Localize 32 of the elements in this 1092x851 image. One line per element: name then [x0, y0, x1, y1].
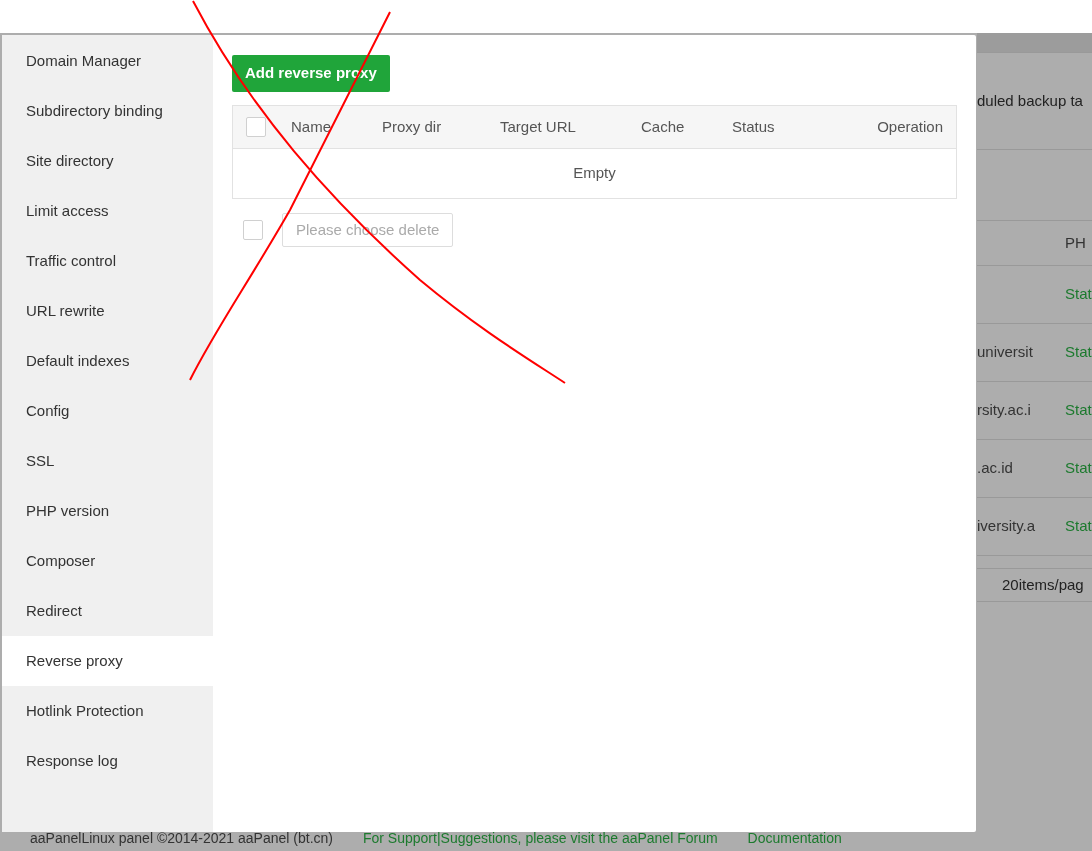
- notice-text: duled backup ta: [977, 90, 1083, 111]
- sidebar-item[interactable]: Response log: [2, 736, 213, 786]
- sidebar-item[interactable]: Site directory: [2, 136, 213, 186]
- empty-message: Empty: [573, 163, 616, 184]
- sidebar-item[interactable]: Default indexes: [2, 336, 213, 386]
- column-header: PH: [1065, 232, 1086, 253]
- sidebar-item[interactable]: Limit access: [2, 186, 213, 236]
- domain-text: .ac.id: [977, 458, 1014, 479]
- column-header: Target URL: [500, 116, 577, 137]
- select-all-checkbox[interactable]: [246, 117, 266, 137]
- sidebar-item[interactable]: URL rewrite: [2, 286, 213, 336]
- column-header: Operation: [877, 116, 943, 137]
- domain-text: rsity.ac.i: [977, 400, 1032, 421]
- sidebar-item[interactable]: Domain Manager: [2, 36, 213, 86]
- batch-checkbox[interactable]: [243, 220, 263, 240]
- page-size-select[interactable]: 20items/pag: [1002, 573, 1084, 597]
- sidebar-item[interactable]: Hotlink Protection: [2, 686, 213, 736]
- column-header: Name: [291, 116, 332, 137]
- copyright-text: aaPanelLinux panel ©2014-2021 aaPanel (bt.cn): [30, 829, 333, 848]
- column-header: Proxy dir: [382, 116, 443, 137]
- sidebar-item[interactable]: Redirect: [2, 586, 213, 636]
- column-header: Status: [732, 116, 776, 137]
- sidebar-item[interactable]: SSL: [2, 436, 213, 486]
- domain-text: universit: [977, 342, 1034, 363]
- column-header: Cache: [641, 116, 686, 137]
- sidebar-item[interactable]: Composer: [2, 536, 213, 586]
- sidebar-item[interactable]: PHP version: [2, 486, 213, 536]
- sidebar-item[interactable]: Subdirectory binding: [2, 86, 213, 136]
- sidebar-item[interactable]: Traffic control: [2, 236, 213, 286]
- sidebar-item[interactable]: Reverse proxy: [2, 636, 213, 686]
- domain-text: iversity.a: [977, 516, 1037, 537]
- sidebar-item[interactable]: Config: [2, 386, 213, 436]
